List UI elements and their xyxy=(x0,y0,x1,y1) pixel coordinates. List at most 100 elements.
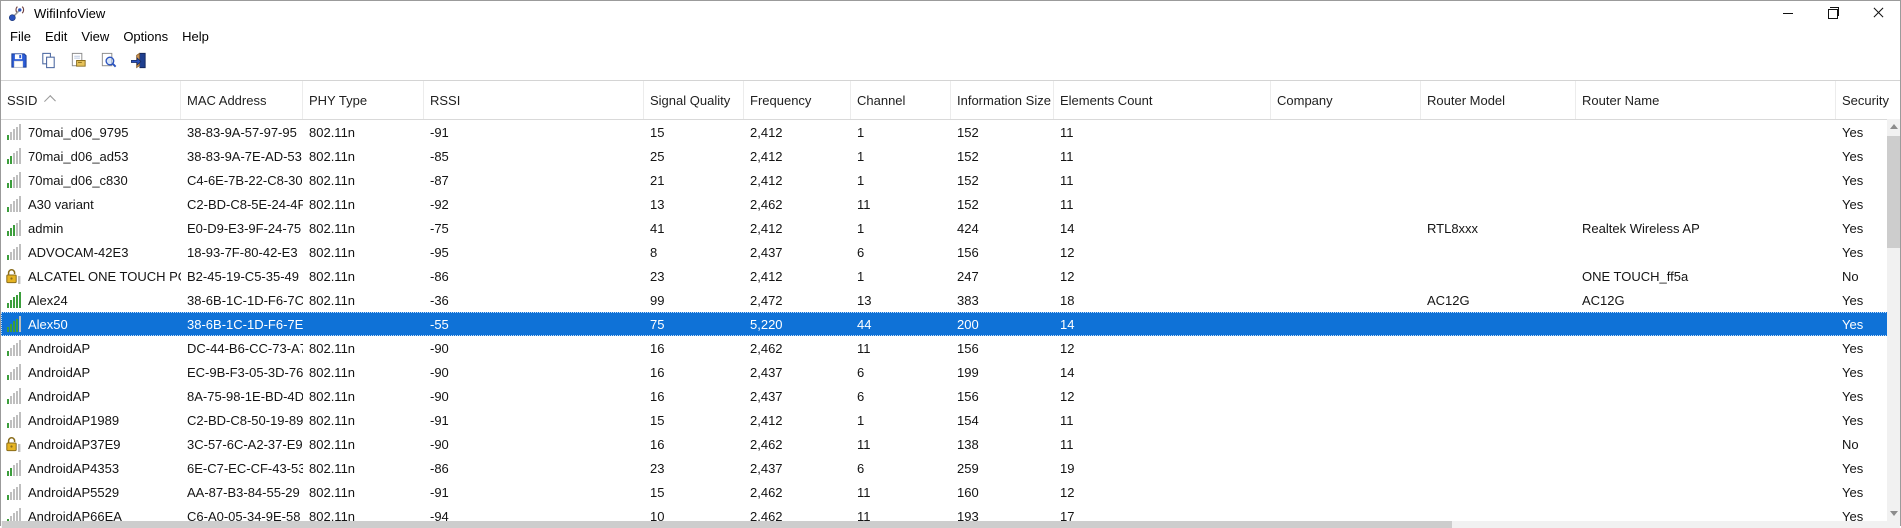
cell-ssid: AndroidAP4353 xyxy=(1,456,181,480)
table-row-selected[interactable]: Alex5038-6B-1C-1D-F6-7E-55755,2204420014… xyxy=(1,312,1900,336)
cell-text: AndroidAP xyxy=(28,389,90,404)
cell-text: Alex50 xyxy=(28,317,68,332)
copy-button[interactable] xyxy=(37,49,59,71)
column-header-phy[interactable]: PHY Type xyxy=(303,81,424,119)
horizontal-scrollbar-thumb[interactable] xyxy=(2,521,1452,528)
cell-text: 14 xyxy=(1060,221,1074,236)
signal-strength-icon xyxy=(5,364,25,380)
cell-frequency: 2,437 xyxy=(744,240,851,264)
cell-mac: C2-BD-C8-50-19-89 xyxy=(181,408,303,432)
table-row[interactable]: adminE0-D9-E3-9F-24-75802.11n-75412,4121… xyxy=(1,216,1900,240)
column-header-rssi[interactable]: RSSI xyxy=(424,81,644,119)
cell-mac: 38-6B-1C-1D-F6-7E xyxy=(181,312,303,336)
cell-router_model xyxy=(1421,240,1576,264)
cell-mac: EC-9B-F3-05-3D-76 xyxy=(181,360,303,384)
cell-elements_count: 12 xyxy=(1054,336,1271,360)
cell-text: 160 xyxy=(957,485,979,500)
column-header-elements_count[interactable]: Elements Count xyxy=(1054,81,1271,119)
cell-text: Yes xyxy=(1842,485,1863,500)
cell-text: AndroidAP4353 xyxy=(28,461,119,476)
cell-text: 3C-57-6C-A2-37-E9 xyxy=(187,437,303,452)
table-row[interactable]: AndroidAP1989C2-BD-C8-50-19-89802.11n-91… xyxy=(1,408,1900,432)
column-header-ssid[interactable]: SSID xyxy=(1,81,181,119)
table-row[interactable]: 70mai_d06_c830C4-6E-7B-22-C8-30802.11n-8… xyxy=(1,168,1900,192)
cell-text: 259 xyxy=(957,461,979,476)
cell-phy: 802.11n xyxy=(303,120,424,144)
cell-company xyxy=(1271,240,1421,264)
table-row[interactable]: AndroidAPDC-44-B6-CC-73-A7802.11n-90162,… xyxy=(1,336,1900,360)
menu-edit[interactable]: Edit xyxy=(38,27,74,46)
cell-text: 6 xyxy=(857,365,864,380)
cell-elements_count: 14 xyxy=(1054,216,1271,240)
scroll-up-arrow-icon[interactable] xyxy=(1887,119,1900,134)
table-row[interactable]: Alex2438-6B-1C-1D-F6-7C802.11n-36992,472… xyxy=(1,288,1900,312)
menu-help[interactable]: Help xyxy=(175,27,216,46)
app-icon xyxy=(8,4,26,22)
table-row[interactable]: 70mai_d06_ad5338-83-9A-7E-AD-53802.11n-8… xyxy=(1,144,1900,168)
table-row[interactable]: 70mai_d06_979538-83-9A-57-97-95802.11n-9… xyxy=(1,120,1900,144)
cell-ssid: AndroidAP5529 xyxy=(1,480,181,504)
menu-options[interactable]: Options xyxy=(116,27,175,46)
cell-mac: AA-87-B3-84-55-29 xyxy=(181,480,303,504)
exit-button[interactable] xyxy=(127,49,149,71)
table-row[interactable]: AndroidAP43536E-C7-EC-CF-43-53802.11n-86… xyxy=(1,456,1900,480)
app-window: WifiInfoView File Edit View Options Help xyxy=(0,0,1901,526)
cell-elements_count: 18 xyxy=(1054,288,1271,312)
cell-text: 25 xyxy=(650,149,664,164)
cell-text: 12 xyxy=(1060,245,1074,260)
cell-elements_count: 11 xyxy=(1054,432,1271,456)
column-header-information_size[interactable]: Information Size xyxy=(951,81,1054,119)
scroll-down-arrow-icon[interactable] xyxy=(1887,506,1900,521)
vertical-scrollbar[interactable] xyxy=(1887,119,1900,521)
column-header-router_name[interactable]: Router Name xyxy=(1576,81,1836,119)
cell-text: 802.11n xyxy=(309,173,355,188)
menu-file[interactable]: File xyxy=(3,27,38,46)
cell-information_size: 383 xyxy=(951,288,1054,312)
table-row[interactable]: AndroidAP37E93C-57-6C-A2-37-E9802.11n-90… xyxy=(1,432,1900,456)
cell-text: AA-87-B3-84-55-29 xyxy=(187,485,300,500)
column-header-label: Company xyxy=(1277,93,1333,108)
cell-elements_count: 11 xyxy=(1054,192,1271,216)
window-controls xyxy=(1765,1,1900,25)
cell-text: 2,462 xyxy=(750,485,783,500)
table-row[interactable]: AndroidAP5529AA-87-B3-84-55-29802.11n-91… xyxy=(1,480,1900,504)
properties-button[interactable] xyxy=(67,49,89,71)
cell-text: 11 xyxy=(857,197,871,212)
close-button[interactable] xyxy=(1855,1,1900,25)
column-header-mac[interactable]: MAC Address xyxy=(181,81,303,119)
cell-company xyxy=(1271,312,1421,336)
cell-text: 6 xyxy=(857,389,864,404)
table-row[interactable]: ALCATEL ONE TOUCH POP...B2-45-19-C5-35-4… xyxy=(1,264,1900,288)
cell-text: 5,220 xyxy=(750,317,783,332)
table-row[interactable]: AndroidAPEC-9B-F3-05-3D-76802.11n-90162,… xyxy=(1,360,1900,384)
restore-button[interactable] xyxy=(1810,1,1855,25)
cell-text: Yes xyxy=(1842,461,1863,476)
column-header-company[interactable]: Company xyxy=(1271,81,1421,119)
cell-channel: 11 xyxy=(851,336,951,360)
find-button[interactable] xyxy=(97,49,119,71)
horizontal-scrollbar[interactable] xyxy=(1,521,1887,528)
save-button[interactable] xyxy=(7,49,29,71)
menu-view[interactable]: View xyxy=(74,27,116,46)
vertical-scrollbar-thumb[interactable] xyxy=(1887,136,1900,248)
cell-phy: 802.11n xyxy=(303,144,424,168)
cell-mac: C4-6E-7B-22-C8-30 xyxy=(181,168,303,192)
table-row[interactable]: AndroidAP8A-75-98-1E-BD-4D802.11n-90162,… xyxy=(1,384,1900,408)
properties-icon xyxy=(69,51,88,70)
column-header-channel[interactable]: Channel xyxy=(851,81,951,119)
cell-elements_count: 14 xyxy=(1054,360,1271,384)
table-row[interactable]: ADVOCAM-42E318-93-7F-80-42-E3802.11n-958… xyxy=(1,240,1900,264)
column-header-signal_quality[interactable]: Signal Quality xyxy=(644,81,744,119)
cell-router_model xyxy=(1421,168,1576,192)
table-row[interactable]: A30 variantC2-BD-C8-5E-24-4F802.11n-9213… xyxy=(1,192,1900,216)
column-header-router_model[interactable]: Router Model xyxy=(1421,81,1576,119)
column-header-frequency[interactable]: Frequency xyxy=(744,81,851,119)
cell-text: 38-6B-1C-1D-F6-7C xyxy=(187,293,303,308)
minimize-button[interactable] xyxy=(1765,1,1810,25)
column-header-security[interactable]: Security xyxy=(1836,81,1900,119)
unsecured-network-lock-icon xyxy=(5,436,25,452)
cell-text: 1 xyxy=(857,149,864,164)
cell-text: 2,412 xyxy=(750,149,783,164)
cell-text: 41 xyxy=(650,221,664,236)
cell-text: -36 xyxy=(430,293,449,308)
